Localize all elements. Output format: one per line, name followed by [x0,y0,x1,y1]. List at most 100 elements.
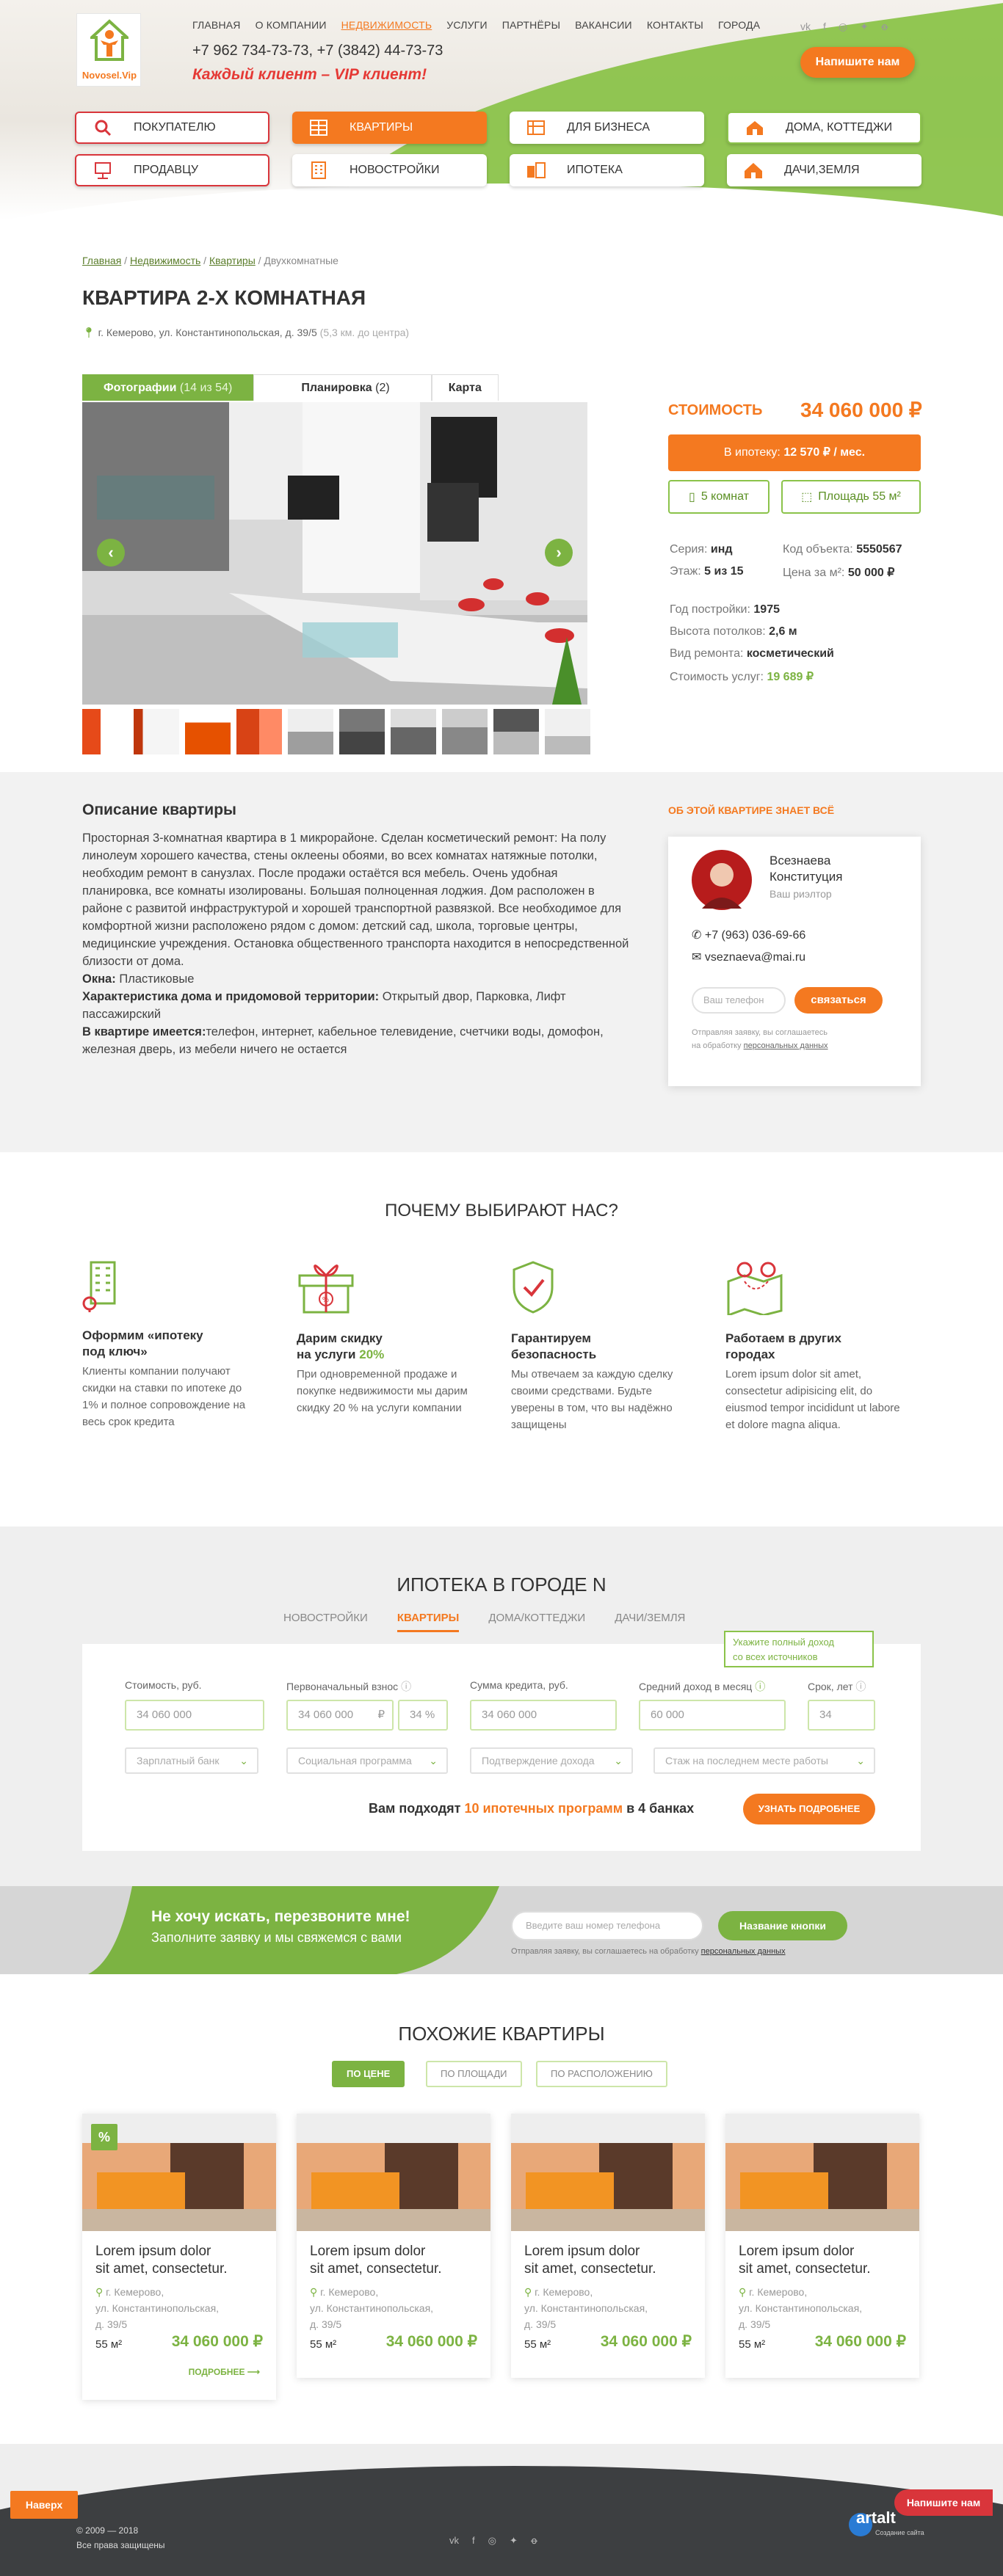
agent-email[interactable]: ✉ vseznaeva@mai.ru [692,950,805,964]
cat-houses-button[interactable]: ДОМА, КОТТЕДЖИ [727,112,921,144]
select-value: Подтверждение дохода [482,1755,595,1767]
chevron-down-icon: ⌄ [429,1755,438,1767]
footer-write-button[interactable]: Напишите нам [894,2489,993,2516]
nav-services[interactable]: УСЛУГИ [446,19,487,31]
cat-seller-button[interactable]: ПРОДАВЦУ [75,154,269,186]
experience-select[interactable]: Стаж на последнем месте работы ⌄ [653,1747,875,1774]
mortgage-tab-apartments[interactable]: КВАРТИРЫ [397,1612,460,1632]
tab-map[interactable]: Карта [431,374,499,401]
thumbnail[interactable] [545,709,590,754]
term-input[interactable]: 34 [808,1700,875,1731]
vk-icon[interactable]: vk [449,2535,459,2547]
income-input[interactable]: 60 000 [639,1700,786,1731]
info-icon[interactable]: ⓘ [755,1681,765,1692]
developer-name[interactable]: artalt [856,2508,896,2528]
agent-role: Ваш риэлтор [770,888,832,900]
cat-business-button[interactable]: ДЛЯ БИЗНЕСА [510,112,704,144]
consent-link[interactable]: персональных данных [744,1041,828,1050]
agent-phone[interactable]: ✆ +7 (963) 036-69-66 [692,928,805,942]
cat-cottage-button[interactable]: ДАЧИ,ЗЕМЛЯ [727,154,921,186]
filter-area[interactable]: ПО ПЛОЩАДИ [426,2061,522,2087]
spec-price-per-m: Цена за м²: 50 000 ₽ [783,565,894,580]
mortgage-details-button[interactable]: УЗНАТЬ ПОДРОБНЕЕ [743,1794,875,1824]
nav-about[interactable]: О КОМПАНИИ [256,19,327,31]
crumb-home[interactable]: Главная [82,255,121,266]
card-address-3: д. 39/5 [310,2318,342,2330]
header-phones[interactable]: +7 962 734-73-73, +7 (3842) 44-73-73 [192,43,443,59]
cat-newbuild-button[interactable]: НОВОСТРОЙКИ [292,154,487,186]
instagram-icon[interactable]: ◎ [488,2535,496,2547]
result-link[interactable]: 10 ипотечных программ [464,1801,623,1816]
thumbnail[interactable] [82,709,128,754]
apartment-card[interactable]: Lorem ipsum dolor sit amet, consectetur. … [725,2114,919,2378]
cat-buyer-button[interactable]: ПОКУПАТЕЛЮ [75,112,269,144]
vk-icon[interactable]: vk [800,21,811,33]
social-program-select[interactable]: Социальная программа ⌄ [286,1747,448,1774]
photo-gallery[interactable]: ‹ › [82,402,587,705]
nav-cities[interactable]: ГОРОДА [718,19,760,31]
agent-name: Всезнаева Конституция [770,853,842,885]
card-photo-image [297,2114,490,2231]
card-address-2: ул. Константинопольская, [95,2302,220,2314]
thumbnail[interactable] [134,709,179,754]
crumb-realty[interactable]: Недвижимость [130,255,200,266]
scroll-top-button[interactable]: Наверх [10,2491,78,2519]
crumb-apartments[interactable]: Квартиры [209,255,256,266]
ok-icon[interactable]: ꝋ [531,2535,537,2547]
logo[interactable]: Novosel.Vip [76,13,141,87]
nav-vacancies[interactable]: ВАКАНСИИ [575,19,632,31]
cat-apartments-button[interactable]: КВАРТИРЫ [292,112,487,144]
result-pre: Вам подходят [369,1801,461,1816]
apartment-card[interactable]: Lorem ipsum dolor sit amet, consectetur. … [511,2114,705,2378]
thumbnail[interactable] [391,709,436,754]
facebook-icon[interactable]: f [823,21,826,33]
gallery-next-button[interactable]: › [545,539,573,567]
thumbnail[interactable] [339,709,385,754]
mortgage-tab-newbuild[interactable]: НОВОСТРОЙКИ [283,1612,368,1632]
cat-mortgage-button[interactable]: ИПОТЕКА [510,154,704,186]
callback-phone-input[interactable]: Введите ваш номер телефона [511,1911,703,1940]
loan-sum-input[interactable]: 34 060 000 [470,1700,617,1731]
tab-photos[interactable]: Фотографии (14 из 54) [82,374,254,401]
callback-submit-button[interactable]: Название кнопки [718,1911,847,1940]
tab-layout[interactable]: Планировка (2) [253,374,432,401]
help-icon[interactable]: ⓘ [401,1681,411,1692]
ok-icon[interactable]: ꝋ [881,21,888,33]
cost-input[interactable]: 34 060 000 [125,1700,264,1731]
thumbnail[interactable] [236,709,282,754]
apartment-card[interactable]: % Lorem ipsum dolor sit amet, consectetur… [82,2114,276,2400]
thumbnail[interactable] [288,709,333,754]
card-title-2: sit amet, consectetur. [310,2261,442,2277]
nav-partners[interactable]: ПАРТНЁРЫ [502,19,560,31]
apartment-card[interactable]: Lorem ipsum dolor sit amet, consectetur. … [297,2114,490,2378]
filter-price[interactable]: ПО ЦЕНЕ [332,2061,405,2087]
filter-location[interactable]: ПО РАСПОЛОЖЕНИЮ [536,2061,667,2087]
contact-button[interactable]: связаться [794,987,883,1014]
mortgage-button[interactable]: В ипотеку: 12 570 ₽ / мес. [668,434,921,471]
instagram-icon[interactable]: ◎ [839,21,847,33]
agent-phone-input[interactable]: Ваш телефон [692,987,786,1014]
mortgage-tab-houses[interactable]: ДОМА/КОТТЕДЖИ [488,1612,585,1632]
facebook-icon[interactable]: f [472,2535,475,2547]
write-us-button[interactable]: Напишите нам [800,47,915,78]
developer-sub: Создание сайта [875,2529,924,2536]
thumbnail[interactable] [493,709,539,754]
thumbnail[interactable] [442,709,488,754]
nav-realty[interactable]: НЕДВИЖИМОСТЬ [341,19,432,31]
nav-home[interactable]: ГЛАВНАЯ [192,19,241,31]
help-icon[interactable]: ⓘ [855,1681,866,1692]
income-proof-select[interactable]: Подтверждение дохода ⌄ [470,1747,633,1774]
mortgage-tab-land[interactable]: ДАЧИ/ЗЕМЛЯ [615,1612,685,1632]
mortgage-title: ИПОТЕКА В ГОРОДЕ N [397,1573,606,1596]
nav-contacts[interactable]: КОНТАКТЫ [647,19,703,31]
thumbnail[interactable] [185,709,231,754]
first-payment-input[interactable]: 34 060 000 ₽ [286,1700,394,1731]
apartment-photo [82,402,587,705]
salary-bank-select[interactable]: Зарплатный банк ⌄ [125,1747,258,1774]
first-payment-percent[interactable]: 34 % [398,1700,448,1731]
gallery-prev-button[interactable]: ‹ [97,539,125,567]
callback-consent-link[interactable]: персональных данных [701,1947,786,1956]
card-more-link[interactable]: ПОДРОБНЕЕ ⟶ [189,2367,260,2377]
twitter-icon[interactable]: ✦ [510,2535,518,2547]
twitter-icon[interactable]: ✦ [860,21,869,33]
